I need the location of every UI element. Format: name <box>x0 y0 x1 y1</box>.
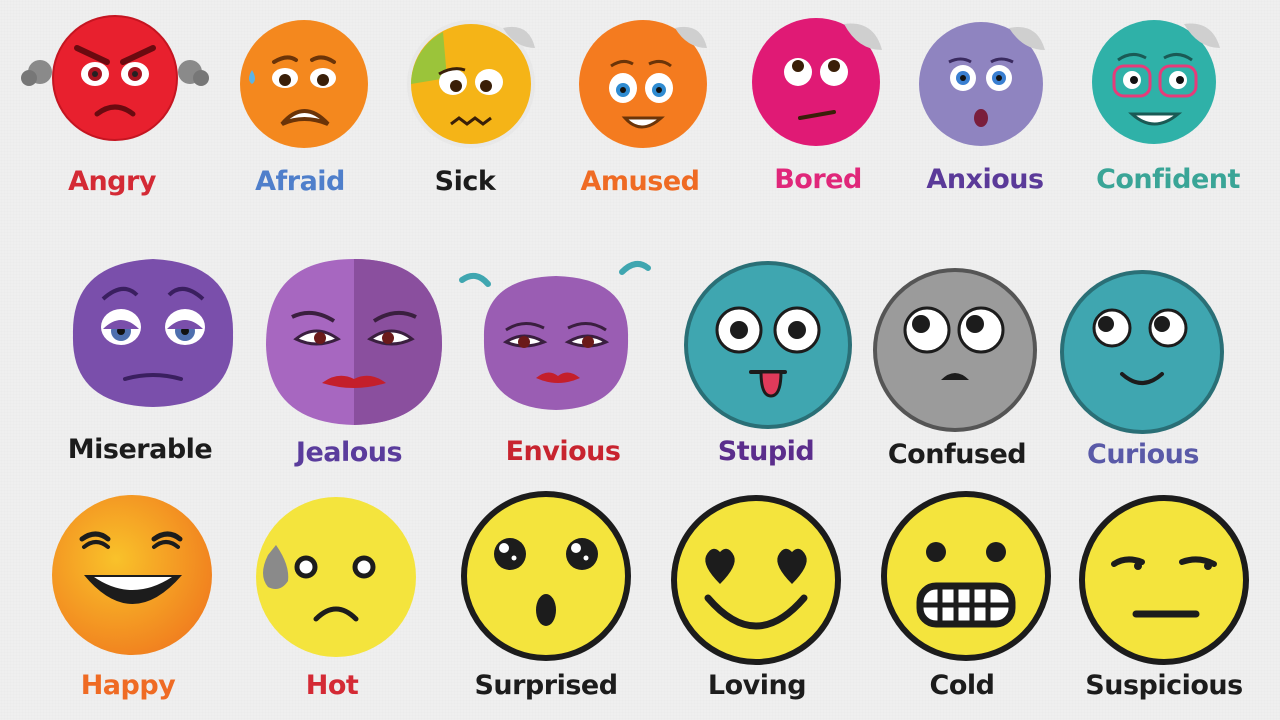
emotion-label-stupid: Stupid <box>717 436 815 467</box>
emotion-label-curious: Curious <box>1087 439 1199 470</box>
stupid-face-icon <box>683 260 853 430</box>
afraid-face-icon <box>232 18 377 148</box>
emotion-label-surprised: Surprised <box>474 670 618 701</box>
emotion-label-miserable: Miserable <box>67 434 213 465</box>
jealous-face-icon <box>262 255 447 425</box>
surprised-face-icon <box>460 490 632 662</box>
happy-face-icon <box>50 493 215 658</box>
envious-face-icon <box>459 258 655 423</box>
emotion-label-confident: Confident <box>1096 164 1240 195</box>
emotion-label-envious: Envious <box>505 436 621 467</box>
loving-face-icon <box>668 494 844 666</box>
emotion-label-bored: Bored <box>774 164 862 195</box>
angry-face-icon <box>15 15 215 148</box>
sick-face-icon <box>403 18 543 148</box>
emotion-label-amused: Amused <box>580 166 700 197</box>
emotion-label-afraid: Afraid <box>255 166 345 197</box>
hot-face-icon <box>254 495 419 660</box>
emotion-label-anxious: Anxious <box>926 164 1044 195</box>
emotion-label-jealous: Jealous <box>295 437 403 468</box>
confident-face-icon <box>1088 16 1228 146</box>
bored-face-icon <box>748 16 888 146</box>
anxious-face-icon <box>915 18 1055 148</box>
emotion-label-loving: Loving <box>707 670 807 701</box>
confused-face-icon <box>873 268 1038 433</box>
emotion-label-suspicious: Suspicious <box>1085 670 1243 701</box>
suspicious-face-icon <box>1078 494 1250 666</box>
amused-face-icon <box>575 18 715 148</box>
emotion-label-happy: Happy <box>80 670 176 701</box>
emotion-label-sick: Sick <box>434 166 496 197</box>
curious-face-icon <box>1060 270 1225 435</box>
emotion-label-cold: Cold <box>929 670 995 701</box>
cold-face-icon <box>878 490 1054 662</box>
emotion-label-confused: Confused <box>887 439 1027 470</box>
emotion-label-angry: Angry <box>68 166 156 197</box>
emotion-label-hot: Hot <box>305 670 359 701</box>
miserable-face-icon <box>63 255 243 415</box>
